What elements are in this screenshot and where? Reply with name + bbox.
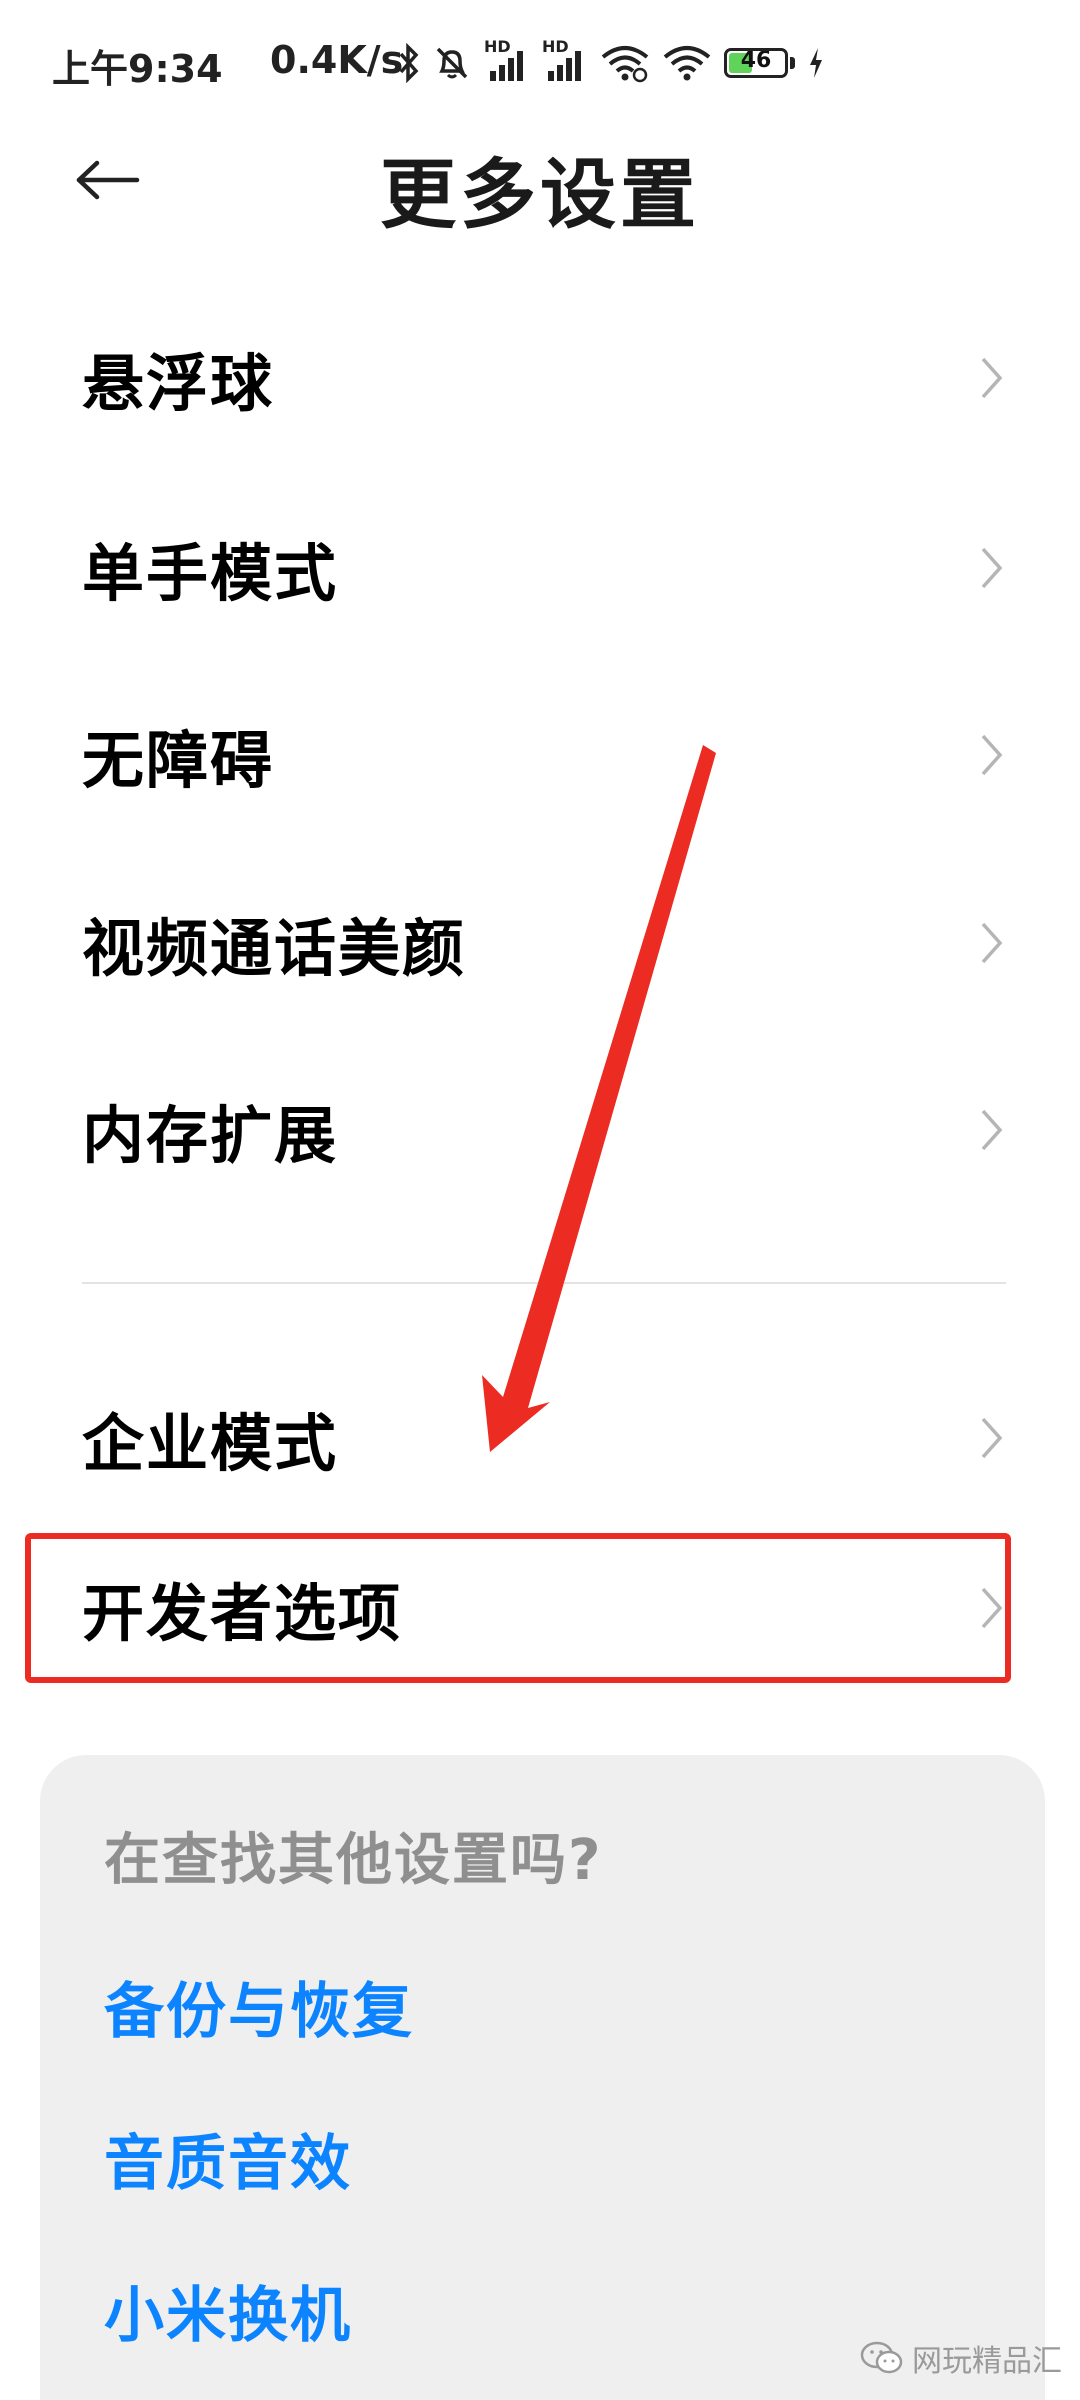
suggestion-card: 在查找其他设置吗? 备份与恢复 音质音效 小米换机 — [40, 1755, 1045, 2400]
status-time: 上午9:34 — [52, 47, 223, 91]
watermark: 网玩精品汇 — [860, 2333, 1062, 2383]
menu-item-label: 悬浮球 — [82, 347, 275, 420]
menu-item-memory-extension[interactable]: 内存扩展 — [0, 1037, 1080, 1223]
network-speed: 0.4K/s — [270, 38, 404, 82]
wifi-link-icon — [601, 46, 649, 83]
page-title: 更多设置 — [380, 150, 700, 239]
battery-icon: 46 — [724, 48, 788, 78]
bluetooth-icon — [399, 43, 419, 83]
chevron-right-icon — [981, 1109, 1003, 1151]
chevron-right-icon — [981, 922, 1003, 964]
suggestion-link-mi-mover[interactable]: 小米换机 — [104, 2267, 352, 2354]
battery-cap — [790, 57, 795, 69]
status-bar: 上午9:34 0.4K/s HD HD 46 — [0, 0, 1080, 125]
annotation-highlight-box — [25, 1533, 1011, 1683]
wechat-icon — [860, 2341, 903, 2374]
chevron-right-icon — [981, 357, 1003, 399]
chevron-right-icon — [981, 547, 1003, 589]
chevron-right-icon — [981, 734, 1003, 776]
mute-bell-icon — [436, 47, 468, 79]
signal-hd-icon: HD — [542, 37, 588, 85]
menu-item-label: 单手模式 — [82, 537, 339, 610]
suggestion-link-sound-effects[interactable]: 音质音效 — [104, 2115, 352, 2202]
menu-item-label: 内存扩展 — [82, 1099, 339, 1172]
section-divider — [82, 1282, 1006, 1284]
menu-item-enterprise-mode[interactable]: 企业模式 — [0, 1345, 1080, 1531]
battery-level: 46 — [740, 48, 772, 73]
signal-hd-icon: HD — [484, 37, 530, 85]
menu-item-label: 视频通话美颜 — [82, 912, 467, 985]
menu-item-accessibility[interactable]: 无障碍 — [0, 662, 1080, 848]
menu-item-label: 企业模式 — [82, 1407, 339, 1480]
menu-item-video-call-beauty[interactable]: 视频通话美颜 — [0, 850, 1080, 1036]
page-header: 更多设置 — [0, 125, 1080, 239]
suggestion-title: 在查找其他设置吗? — [104, 1828, 603, 1893]
charging-icon — [810, 48, 822, 78]
chevron-right-icon — [981, 1417, 1003, 1459]
screen: 上午9:34 0.4K/s HD HD 46 更多设置 悬浮球 单手模式 无障碍… — [0, 0, 1080, 2400]
watermark-text: 网玩精品汇 — [912, 2344, 1062, 2379]
wifi-icon — [663, 46, 711, 81]
menu-item-label: 无障碍 — [82, 724, 275, 797]
menu-item-floating-ball[interactable]: 悬浮球 — [0, 285, 1080, 471]
menu-item-one-handed-mode[interactable]: 单手模式 — [0, 475, 1080, 661]
suggestion-link-backup-restore[interactable]: 备份与恢复 — [104, 1963, 414, 2050]
status-icons: HD HD 46 — [398, 37, 825, 88]
